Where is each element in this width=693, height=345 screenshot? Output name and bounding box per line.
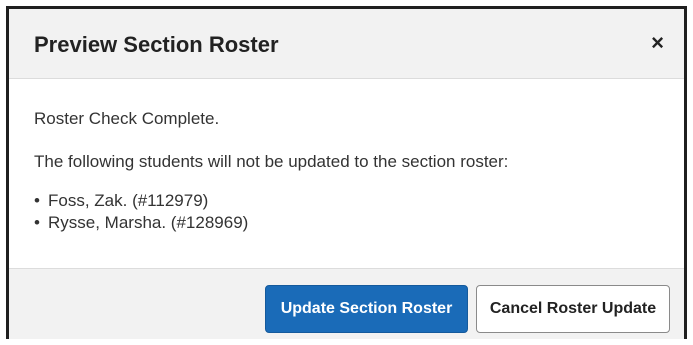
student-list: • Foss, Zak. (#112979) • Rysse, Marsha. (#… [34, 190, 248, 234]
dialog-body: Roster Check Complete. The following stu… [9, 79, 684, 268]
cancel-roster-update-button[interactable]: Cancel Roster Update [476, 285, 670, 333]
preview-section-roster-dialog: Preview Section Roster × Roster Check Co… [6, 6, 687, 339]
bullet-icon: • [34, 191, 40, 210]
list-item: • Foss, Zak. (#112979) [34, 190, 248, 212]
close-icon[interactable]: × [651, 31, 664, 55]
dialog-footer: Update Section Roster Cancel Roster Upda… [9, 268, 684, 339]
roster-check-message: Roster Check Complete. [34, 109, 220, 128]
not-updated-message: The following students will not be updat… [34, 152, 509, 171]
student-name: Rysse, Marsha. (#128969) [48, 213, 249, 232]
list-item: • Rysse, Marsha. (#128969) [34, 212, 248, 234]
bullet-icon: • [34, 213, 40, 232]
dialog-header: Preview Section Roster × [9, 9, 684, 79]
student-name: Foss, Zak. (#112979) [48, 191, 209, 210]
dialog-title: Preview Section Roster [34, 32, 279, 57]
update-section-roster-button[interactable]: Update Section Roster [265, 285, 468, 333]
